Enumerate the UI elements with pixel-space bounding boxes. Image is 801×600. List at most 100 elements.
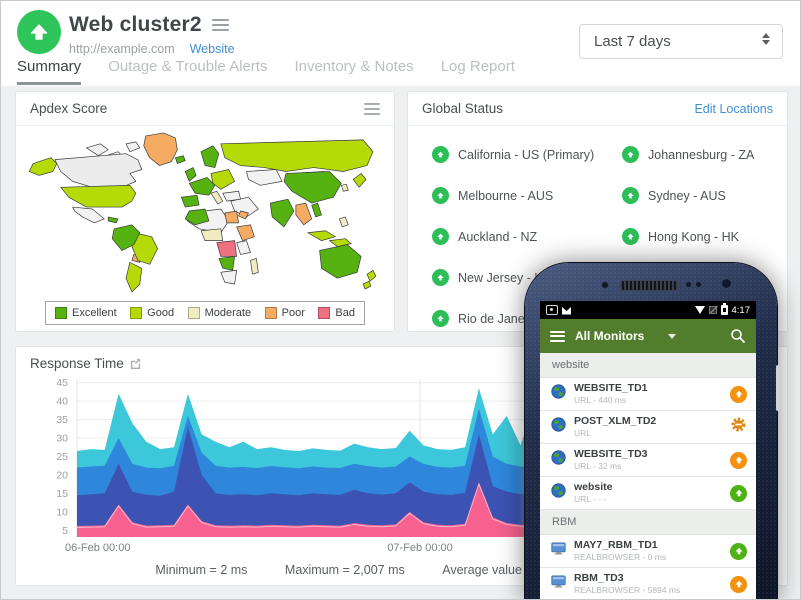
monitor-detail: REALBROWSER - 0 ms (574, 552, 722, 563)
legend-label: Excellent (72, 307, 117, 319)
monitor-row[interactable]: WEBSITE_TD1URL - 440 ms (540, 378, 756, 411)
svg-text:40: 40 (56, 396, 68, 408)
browser-icon (551, 575, 566, 593)
location-label: California - US (Primary) (458, 148, 594, 162)
apdex-legend: Excellent Good Moderate Poor Bad (45, 301, 365, 325)
tab-outage-trouble-alerts[interactable]: Outage & Trouble Alerts (108, 58, 267, 85)
search-icon[interactable] (730, 328, 746, 344)
location-item[interactable]: Johannesburg - ZA (622, 134, 787, 175)
tab-inventory-notes[interactable]: Inventory & Notes (294, 58, 413, 85)
location-item[interactable]: Sydney - AUS (622, 175, 787, 216)
legend-swatch (318, 307, 330, 319)
global-status-title: Global Status (422, 101, 503, 116)
legend-item-moderate: Moderate (188, 307, 251, 319)
section-header-rbm: RBM (540, 510, 756, 535)
apdex-world-map (16, 126, 394, 298)
phone-speaker-grille (619, 280, 679, 291)
title-menu-icon[interactable] (212, 19, 229, 31)
wifi-icon (695, 306, 705, 314)
status-up-icon (730, 386, 747, 403)
website-type-link[interactable]: Website (190, 42, 235, 56)
monitor-row[interactable]: RBM_TD3REALBROWSER - 5894 ms (540, 568, 756, 600)
location-up-icon (432, 310, 449, 327)
globe-icon (551, 450, 566, 470)
app-bar-title[interactable]: All Monitors (575, 329, 644, 343)
legend-item-excellent: Excellent (55, 307, 117, 319)
monitor-row[interactable]: websiteURL - - - (540, 477, 756, 510)
monitor-list: websiteWEBSITE_TD1URL - 440 msPOST_XLM_T… (540, 353, 756, 600)
location-up-icon (432, 269, 449, 286)
world-map (24, 130, 386, 293)
monitor-url: http://example.com (69, 42, 175, 56)
phone-mockup: 4:17 All Monitors websiteWEBSITE_TD1URL … (525, 263, 777, 600)
legend-swatch (188, 307, 200, 319)
page: Web cluster2 http://example.com Website L… (0, 0, 801, 600)
maintenance-gear-icon (730, 416, 747, 438)
location-label: Melbourne - AUS (458, 189, 553, 203)
apdex-panel-title: Apdex Score (30, 101, 107, 116)
app-header: Web cluster2 http://example.com Website L… (1, 1, 800, 86)
svg-text:25: 25 (56, 451, 68, 463)
location-up-icon (622, 187, 639, 204)
edit-locations-link[interactable]: Edit Locations (694, 102, 773, 116)
monitor-status-avatar (17, 10, 61, 54)
location-item[interactable]: Melbourne - AUS (432, 175, 622, 216)
battery-icon (721, 305, 728, 315)
location-item[interactable]: Auckland - NZ (432, 216, 622, 257)
svg-text:15: 15 (56, 488, 68, 500)
select-spinner-icon (762, 33, 770, 45)
monitor-row[interactable]: WEBSITE_TD3URL - 32 ms (540, 444, 756, 477)
legend-swatch (55, 307, 67, 319)
monitor-detail: URL (574, 428, 722, 439)
svg-text:35: 35 (56, 414, 68, 426)
phone-sensor-dot (685, 281, 692, 288)
x-axis-label: 06-Feb 00:00 (65, 542, 130, 554)
notification-icon (546, 305, 558, 315)
external-link-icon[interactable] (130, 358, 141, 369)
time-range-value: Last 7 days (594, 33, 671, 50)
tab-log-report[interactable]: Log Report (441, 58, 515, 85)
location-label: Auckland - NZ (458, 230, 537, 244)
svg-text:45: 45 (56, 377, 68, 389)
apdex-menu-icon[interactable] (364, 103, 380, 115)
browser-icon (551, 542, 566, 560)
status-up-icon (730, 485, 747, 502)
response-time-title: Response Time (30, 356, 124, 371)
monitor-name: WEBSITE_TD1 (574, 382, 722, 395)
location-item[interactable]: California - US (Primary) (432, 134, 622, 175)
monitor-detail: URL - 440 ms (574, 395, 722, 406)
section-header-website: website (540, 353, 756, 378)
location-up-icon (432, 146, 449, 163)
phone-sensor-dot (695, 281, 702, 288)
phone-app-bar: All Monitors (540, 319, 756, 353)
monitor-row[interactable]: MAY7_RBM_TD1REALBROWSER - 0 ms (540, 535, 756, 568)
monitor-detail: URL - - - (574, 494, 722, 505)
dropdown-caret-icon[interactable] (668, 334, 676, 339)
legend-label: Good (147, 307, 174, 319)
location-up-icon (622, 228, 639, 245)
legend-item-poor: Poor (265, 307, 305, 319)
menu-icon[interactable] (550, 331, 565, 342)
stat-maximum: Maximum = 2,007 ms (285, 563, 405, 577)
monitor-detail: URL - 32 ms (574, 461, 722, 472)
globe-icon (551, 483, 566, 503)
svg-text:10: 10 (56, 506, 68, 518)
legend-item-bad: Bad (318, 307, 355, 319)
legend-label: Poor (282, 307, 305, 319)
location-label: Johannesburg - ZA (648, 148, 754, 162)
legend-swatch (265, 307, 277, 319)
location-item[interactable]: Hong Kong - HK (622, 216, 787, 257)
phone-status-bar: 4:17 (540, 301, 756, 319)
tab-summary[interactable]: Summary (17, 58, 81, 85)
legend-swatch (130, 307, 142, 319)
legend-item-good: Good (130, 307, 174, 319)
location-up-icon (432, 228, 449, 245)
apdex-score-panel: Apdex Score (15, 91, 395, 332)
time-range-select[interactable]: Last 7 days (579, 24, 783, 59)
page-title: Web cluster2 (69, 13, 202, 37)
location-up-icon (432, 187, 449, 204)
tab-bar: Summary Outage & Trouble Alerts Inventory … (17, 58, 515, 85)
monitor-row[interactable]: POST_XLM_TD2URL (540, 411, 756, 444)
location-up-icon (622, 146, 639, 163)
status-up-icon (730, 543, 747, 560)
